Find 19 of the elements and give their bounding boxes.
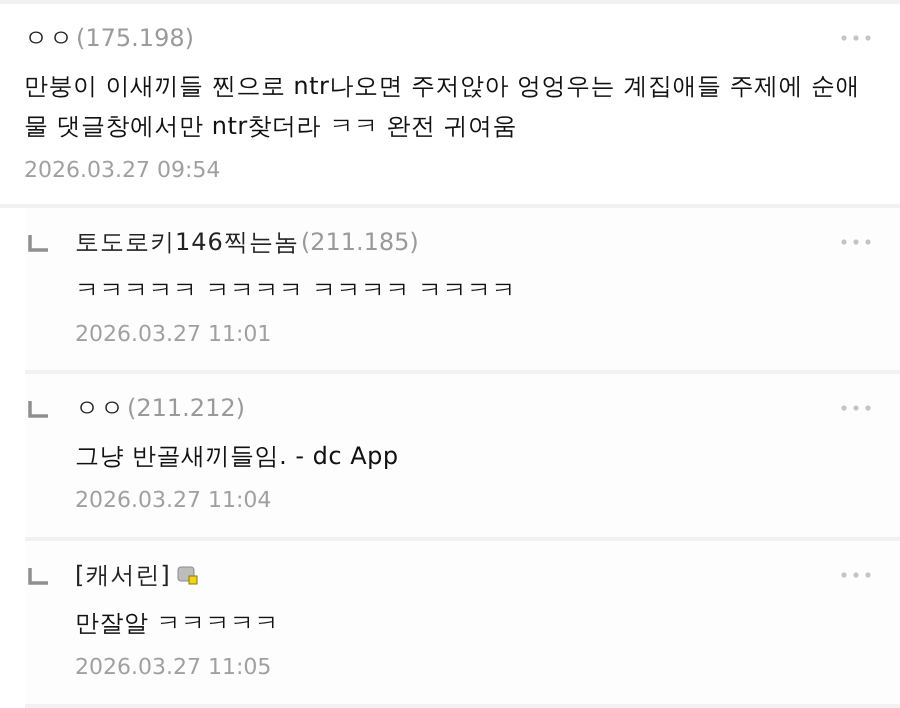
more-options-icon[interactable] <box>840 404 872 412</box>
comment-date: 2026.03.27 09:54 <box>24 158 220 183</box>
more-options-icon[interactable] <box>840 571 872 580</box>
comment-date: 2026.03.27 11:01 <box>75 322 272 346</box>
more-options-icon[interactable] <box>840 34 872 42</box>
nickname[interactable]: ㅇㅇ <box>24 22 74 54</box>
more-options-icon[interactable] <box>840 238 872 246</box>
nickname[interactable]: 토도로키146찍는놈 <box>75 226 299 258</box>
ip-address: (211.185) <box>300 228 419 256</box>
nickname[interactable]: [캐서린] <box>75 559 171 592</box>
comment-text: 만잘알 ㅋㅋㅋㅋㅋ <box>75 608 280 640</box>
ip-address: (211.212) <box>127 394 245 422</box>
comment-text: ㅋㅋㅋㅋㅋ ㅋㅋㅋㅋ ㅋㅋㅋㅋ ㅋㅋㅋㅋ <box>75 274 517 306</box>
comment-text: 그냥 반골새끼들임. - dc App <box>75 441 400 472</box>
comment-date: 2026.03.27 11:05 <box>75 655 272 680</box>
nickname[interactable]: ㅇㅇ <box>75 392 125 424</box>
comment-text: 만붕이 이새끼들 찐으로 ntr나오면 주저앉아 엉엉우는 계집애들 주제에 순애물 댓글창에서만 ntr찾더라 ㅋㅋ 완전 귀여움 <box>24 71 862 142</box>
ip-address: (175.198) <box>76 24 194 52</box>
comment-date: 2026.03.27 11:04 <box>75 488 272 514</box>
